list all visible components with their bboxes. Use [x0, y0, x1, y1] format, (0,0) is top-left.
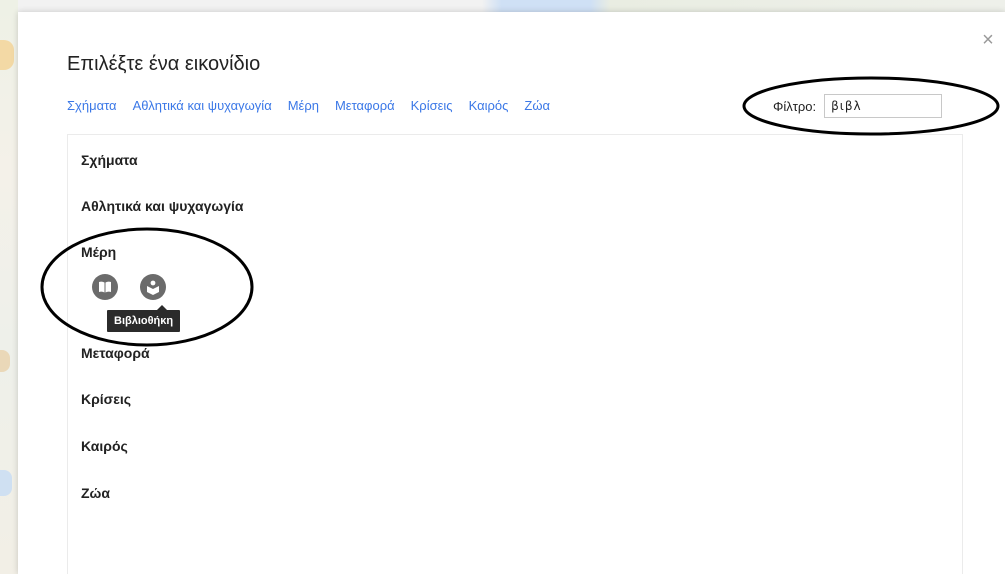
library-icon[interactable]	[140, 274, 166, 300]
category-heading-places[interactable]: Μέρη	[81, 244, 116, 260]
background-map-top	[18, 0, 1005, 12]
close-icon[interactable]: ×	[976, 28, 1000, 52]
map-feature	[0, 350, 10, 372]
filter-input[interactable]	[824, 94, 943, 118]
map-feature	[0, 40, 14, 70]
icon-picker-dialog: Επιλέξτε ένα εικονίδιο × Σχήματα Αθλητικ…	[18, 12, 1005, 574]
category-heading-transport[interactable]: Μεταφορά	[81, 345, 150, 361]
icon-tooltip: Βιβλιοθήκη	[107, 305, 181, 332]
dialog-title: Επιλέξτε ένα εικονίδιο	[67, 53, 261, 75]
background-map	[0, 0, 18, 574]
tab-crises[interactable]: Κρίσεις	[411, 98, 453, 113]
book-icon[interactable]	[92, 274, 118, 300]
filter-label: Φίλτρο:	[773, 98, 817, 114]
tab-animals[interactable]: Ζώα	[524, 98, 550, 113]
icon-list-panel: Σχήματα Αθλητικά και ψυχαγωγία Μέρη Μετα…	[67, 134, 963, 574]
tab-weather[interactable]: Καιρός	[469, 98, 509, 113]
category-heading-shapes[interactable]: Σχήματα	[81, 152, 138, 168]
tab-shapes[interactable]: Σχήματα	[67, 98, 117, 113]
category-heading-sports[interactable]: Αθλητικά και ψυχαγωγία	[81, 198, 243, 214]
category-heading-weather[interactable]: Καιρός	[81, 438, 128, 454]
tab-transport[interactable]: Μεταφορά	[335, 98, 395, 113]
tab-places[interactable]: Μέρη	[288, 98, 319, 113]
tab-sports-recreation[interactable]: Αθλητικά και ψυχαγωγία	[133, 98, 272, 113]
category-tabs: Σχήματα Αθλητικά και ψυχαγωγία Μέρη Μετα…	[67, 98, 566, 113]
map-feature	[0, 470, 12, 496]
category-heading-crises[interactable]: Κρίσεις	[81, 391, 131, 407]
filter-group: Φίλτρο:	[773, 94, 943, 118]
category-heading-animals[interactable]: Ζώα	[81, 485, 110, 501]
